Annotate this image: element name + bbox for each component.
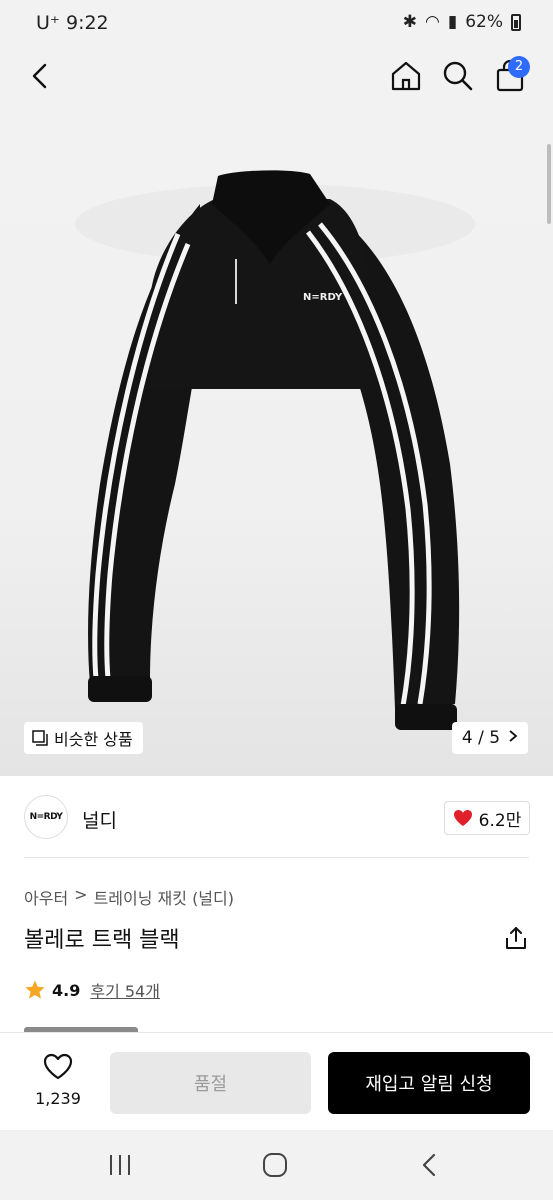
brand-logo[interactable]: N=RDY xyxy=(24,795,68,839)
breadcrumb: 아우터 > 트레이닝 재킷 (널디) xyxy=(24,885,234,909)
home-icon xyxy=(391,61,421,91)
divider xyxy=(24,857,529,858)
battery-percent: 62% xyxy=(465,12,503,32)
home-circle-icon xyxy=(263,1153,287,1177)
similar-products-label: 비슷한 상품 xyxy=(54,730,133,749)
bluetooth-icon: ✱ xyxy=(402,12,417,32)
image-counter: 4 / 5 xyxy=(461,728,501,748)
scrollbar[interactable] xyxy=(547,144,551,224)
chevron-right-icon xyxy=(508,728,518,748)
back-button[interactable] xyxy=(24,58,60,94)
battery-icon xyxy=(511,13,521,31)
brand-like-count: 6.2만 xyxy=(478,810,522,831)
similar-products-button[interactable]: 비슷한 상품 xyxy=(24,722,143,754)
star-icon xyxy=(25,980,45,999)
brand-like-button[interactable]: 6.2만 xyxy=(444,801,530,835)
status-icons: ✱ ◠ ▮ 62% xyxy=(403,12,521,32)
copy-icon xyxy=(32,730,48,746)
system-back-button[interactable] xyxy=(415,1150,445,1180)
wishlist-count: 1,239 xyxy=(35,1089,81,1108)
rating-score: 4.9 xyxy=(52,980,81,1000)
share-icon xyxy=(506,927,526,949)
breadcrumb-subcategory[interactable]: 트레이닝 재킷 (널디) xyxy=(94,885,234,909)
jacket-logo-print: N=RDY xyxy=(303,292,343,303)
restock-alert-button[interactable]: 재입고 알림 신청 xyxy=(328,1052,530,1114)
home-button[interactable] xyxy=(388,58,424,94)
wishlist-button[interactable]: 1,239 xyxy=(30,1053,86,1108)
breadcrumb-category[interactable]: 아우터 xyxy=(24,885,68,909)
back-chevron-icon xyxy=(422,1153,436,1177)
search-button[interactable] xyxy=(440,58,476,94)
signal-icon: ▮ xyxy=(447,12,458,32)
share-button[interactable] xyxy=(502,924,530,952)
purchase-bar: 1,239 품절 재입고 알림 신청 xyxy=(0,1032,553,1130)
brand-row: N=RDY 널디 6.2만 xyxy=(0,776,553,858)
product-title: 볼레로 트랙 블랙 xyxy=(24,928,180,953)
status-bar: U⁺ 9:22 ✱ ◠ ▮ 62% xyxy=(0,0,553,48)
chevron-left-icon xyxy=(32,63,47,89)
recent-apps-button[interactable] xyxy=(105,1150,135,1180)
top-navigation: 2 xyxy=(0,48,553,104)
heart-outline-icon xyxy=(43,1053,73,1080)
system-navigation-bar xyxy=(0,1130,553,1200)
carrier-time: U⁺ 9:22 xyxy=(36,12,109,34)
recent-apps-icon xyxy=(110,1155,130,1175)
soldout-button[interactable]: 품절 xyxy=(110,1052,311,1114)
cart-count-badge: 2 xyxy=(508,56,530,78)
brand-name[interactable]: 널디 xyxy=(82,806,117,833)
breadcrumb-separator: > xyxy=(74,885,88,904)
heart-filled-icon xyxy=(453,810,472,826)
product-image-gallery[interactable]: N=RDY xyxy=(0,104,553,776)
review-count-link[interactable]: 후기 54개 xyxy=(90,978,160,1002)
wifi-icon: ◠ xyxy=(425,12,440,32)
search-icon xyxy=(443,61,473,91)
system-home-button[interactable] xyxy=(260,1150,290,1180)
rating-row: 4.9 후기 54개 xyxy=(24,978,160,1002)
image-counter-button[interactable]: 4 / 5 xyxy=(452,722,528,754)
track-jacket-image xyxy=(75,170,475,730)
